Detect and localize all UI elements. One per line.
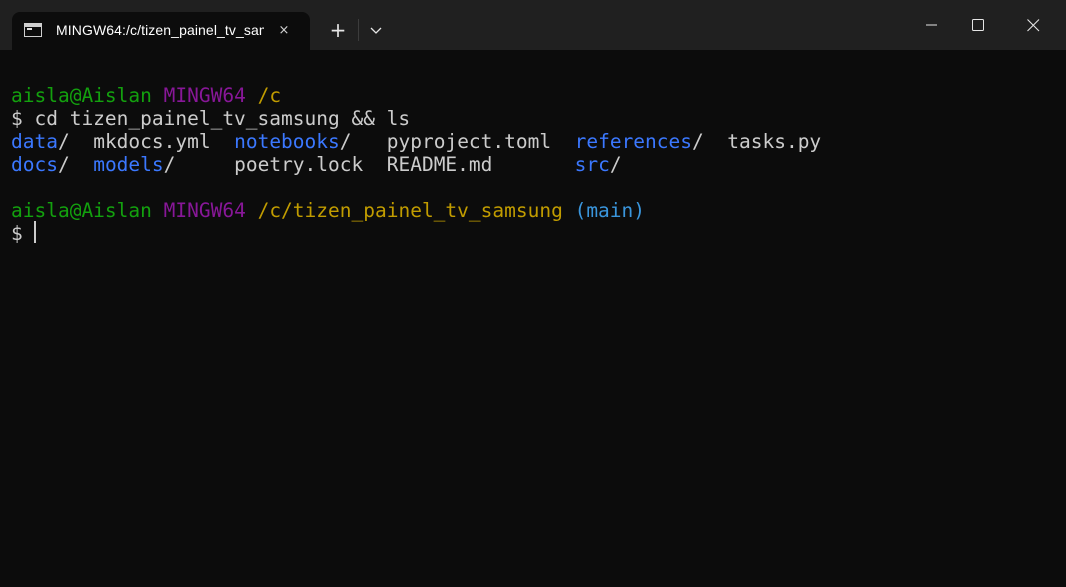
- tab-mingw64[interactable]: MINGW64:/c/tizen_painel_tv_samsung ×: [12, 12, 310, 50]
- directory-entry: src: [574, 153, 610, 176]
- prompt-path: /c: [257, 84, 282, 107]
- terminal-icon: [24, 23, 42, 37]
- ls-output-row: data/ mkdocs.yml notebooks/ pyproject.to…: [11, 130, 821, 153]
- entry-suffix: /: [339, 130, 352, 153]
- prompt-user: aisla@Aislan: [11, 84, 152, 107]
- prompt-path: /c/tizen_painel_tv_samsung: [257, 199, 563, 222]
- file-entry: pyproject.toml: [386, 130, 552, 153]
- file-entry: mkdocs.yml: [93, 130, 211, 153]
- file-entry: poetry.lock: [234, 153, 364, 176]
- prompt-system: MINGW64: [163, 199, 246, 222]
- entry-suffix: /: [692, 130, 704, 153]
- entry-suffix: /: [609, 153, 622, 176]
- directory-entry: data: [11, 130, 58, 153]
- tab-title: MINGW64:/c/tizen_painel_tv_samsung: [56, 22, 264, 38]
- file-entry: README.md: [386, 153, 493, 176]
- text-cursor: [34, 221, 36, 243]
- minimize-button[interactable]: [909, 0, 955, 50]
- directory-entry: docs: [11, 153, 58, 176]
- new-tab-button[interactable]: +: [322, 14, 354, 46]
- terminal-output[interactable]: aisla@Aislan MINGW64 /c $ cd tizen_paine…: [0, 50, 1066, 587]
- entry-suffix: /: [163, 153, 176, 176]
- entry-suffix: /: [57, 130, 70, 153]
- prompt-user: aisla@Aislan: [11, 199, 152, 222]
- prompt-line-2: aisla@Aislan MINGW64 /c/tizen_painel_tv_…: [11, 199, 645, 222]
- directory-entry: references: [574, 130, 693, 153]
- git-branch: (main): [574, 199, 646, 222]
- close-window-button[interactable]: [1010, 0, 1056, 50]
- file-entry: tasks.py: [727, 130, 822, 153]
- directory-entry: notebooks: [234, 130, 340, 153]
- close-tab-icon[interactable]: ×: [274, 21, 294, 41]
- prompt-system: MINGW64: [163, 84, 246, 107]
- chevron-down-icon[interactable]: [362, 14, 390, 46]
- maximize-button[interactable]: [955, 0, 1001, 50]
- prompt-line-1: aisla@Aislan MINGW64 /c: [11, 84, 281, 107]
- ls-output-row: docs/ models/ poetry.lock README.md src/: [11, 153, 622, 176]
- command-line: $ cd tizen_painel_tv_samsung && ls: [11, 107, 411, 130]
- terminal-window: MINGW64:/c/tizen_painel_tv_samsung × + a…: [0, 0, 1066, 587]
- entry-suffix: /: [57, 153, 70, 176]
- title-bar: MINGW64:/c/tizen_painel_tv_samsung × +: [0, 0, 1066, 50]
- input-prompt: $: [11, 222, 23, 245]
- tab-divider: [358, 19, 359, 41]
- directory-entry: models: [93, 153, 164, 176]
